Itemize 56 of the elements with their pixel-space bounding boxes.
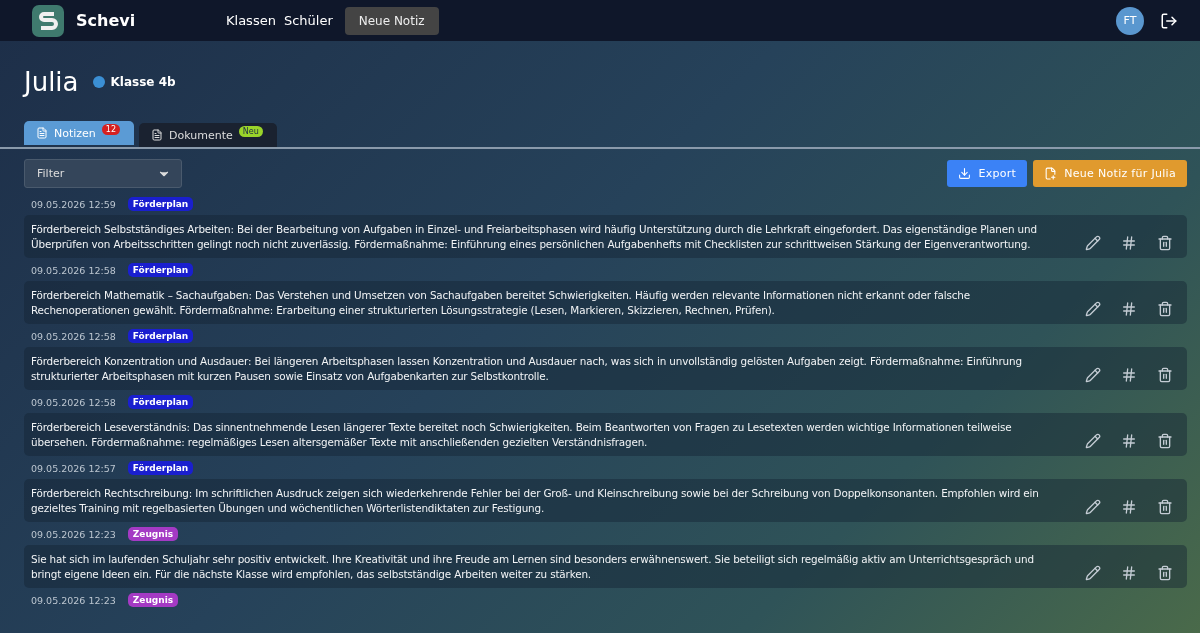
delete-icon[interactable] [1157, 432, 1173, 449]
note-time: 09.05.2026 12:57 [31, 462, 116, 474]
class-label: Klasse 4b [110, 75, 176, 89]
note-time: 09.05.2026 12:23 [31, 528, 116, 540]
note-tag: Förderplan [127, 263, 194, 277]
note-time: 09.05.2026 12:59 [31, 198, 116, 210]
filter-dropdown[interactable]: Filter [24, 159, 182, 188]
delete-icon[interactable] [1157, 366, 1173, 383]
note-add-icon [1044, 167, 1058, 180]
edit-icon[interactable] [1085, 498, 1101, 515]
document-icon [36, 127, 48, 139]
document-icon [151, 129, 164, 141]
delete-icon[interactable] [1157, 498, 1173, 515]
app-name: Schevi [76, 11, 137, 30]
delete-icon[interactable] [1157, 564, 1173, 581]
edit-icon[interactable] [1085, 564, 1101, 581]
note-time: 09.05.2026 12:58 [31, 330, 116, 342]
edit-icon[interactable] [1085, 432, 1101, 449]
download-icon [958, 167, 972, 180]
note-text: Förderbereich Leseverständnis: Das sinnentnehmende Lesen längerer Texte bereitet noch Schwierigkeiten. Beim Beantworten von Fragen zu Lesetexten werden wichtige Informationen teilweise übersehen. Fördermaßnahme: regelmäßiges Lesen altersgemäßer Texte mit anschließenden gezielten Verständnisfragen. [31, 419, 1013, 450]
edit-icon[interactable] [1085, 300, 1101, 317]
nav-link[interactable]: Schüler [283, 13, 333, 28]
tab[interactable]: Dokumente Neu [139, 123, 277, 147]
note-time: 09.05.2026 12:23 [31, 594, 116, 606]
nav-link[interactable]: Klassen [226, 13, 276, 28]
note-text: Förderbereich Rechtschreibung: Im schriftlichen Ausdruck zeigen sich wiederkehrende Fehler bei der Groß- und Kleinschreibung sowie bei der Schreibung von Doppelkonsonanten. Empfohlen wird ein gezieltes Training mit regelbasierten Übungen und wöchentlichen Wörterlistendiktaten zur Festigung. [31, 485, 1040, 516]
tab-badge: Neu [238, 125, 263, 137]
note-text: Förderbereich Mathematik – Sachaufgaben: Das Verstehen und Umsetzen von Sachaufgaben bereitet Schwierigkeiten. Häufig werden relevante Informationen nicht erkannt oder falsche Rechenoperationen gewählt. Fördermaßnahme: Erarbeitung einer strukturierten Lösungsstrategie (Lesen, Markieren, Skizzieren, Rechnen, Prüfen). [31, 287, 971, 318]
note-tag: Zeugnis [127, 527, 179, 541]
logout-icon[interactable] [1160, 11, 1178, 30]
export-button[interactable]: Export [947, 160, 1028, 187]
student-name: Julia [24, 67, 79, 97]
note-tag: Förderplan [127, 329, 194, 343]
edit-icon[interactable] [1085, 234, 1101, 251]
note-time: 09.05.2026 12:58 [31, 264, 116, 276]
hash-icon[interactable] [1121, 432, 1137, 449]
note-tag: Förderplan [127, 197, 194, 211]
tab-badge: 12 [101, 123, 121, 135]
hash-icon[interactable] [1121, 234, 1137, 251]
note-tag: Zeugnis [127, 593, 179, 607]
hash-icon[interactable] [1121, 366, 1137, 383]
note-text: Förderbereich Konzentration und Ausdauer: Bei längeren Arbeitsphasen lassen Konzentration und Ausdauer nach, was sich in unvollständig gelösten Aufgaben zeigt. Fördermaßnahme: Einführung strukturierter Arbeitsphasen mit kurzen Pausen sowie Einsatz von Aufgabenkarten zur Selbstkontrolle. [31, 353, 1023, 384]
delete-icon[interactable] [1157, 300, 1173, 317]
note-time: 09.05.2026 12:58 [31, 396, 116, 408]
delete-icon[interactable] [1157, 234, 1173, 251]
hash-icon[interactable] [1121, 300, 1137, 317]
hash-icon[interactable] [1121, 564, 1137, 581]
note-text: Sie hat sich im laufenden Schuljahr sehr positiv entwickelt. Ihre Kreativität und ihre Freude am Lernen sind besonders erwähnenswert. Sie beteiligt sich regelmäßig aktiv am Unterrichtsgespräch und bringt eigene Ideen ein. Für die nächste Klasse wird empfohlen, das selbstständige Arbeiten weiter zu stärken. [31, 551, 1035, 582]
note-tag: Förderplan [127, 461, 194, 475]
hash-icon[interactable] [1121, 498, 1137, 515]
note-tag: Förderplan [127, 395, 194, 409]
edit-icon[interactable] [1085, 366, 1101, 383]
new-note-nav-button[interactable]: Neue Notiz [344, 6, 439, 35]
logo-icon [32, 4, 64, 37]
note-text: Förderbereich Selbstständiges Arbeiten: Bei der Bearbeitung von Aufgaben in Einzel- und Freiarbeitsphasen wird häufig Unterstützung durch die Lehrkraft eingefordert. Das eigenständige Planen und Überprüfen von Arbeitsschritten gelingt noch nicht zuverlässig. Fördermaßnahme: Einführung eines persönlichen Aufgabenhefts mit Checklisten zur schrittweisen Stärkung der Eigenverantwortung. [31, 221, 1038, 252]
tab[interactable]: Notizen 12 [24, 121, 135, 145]
